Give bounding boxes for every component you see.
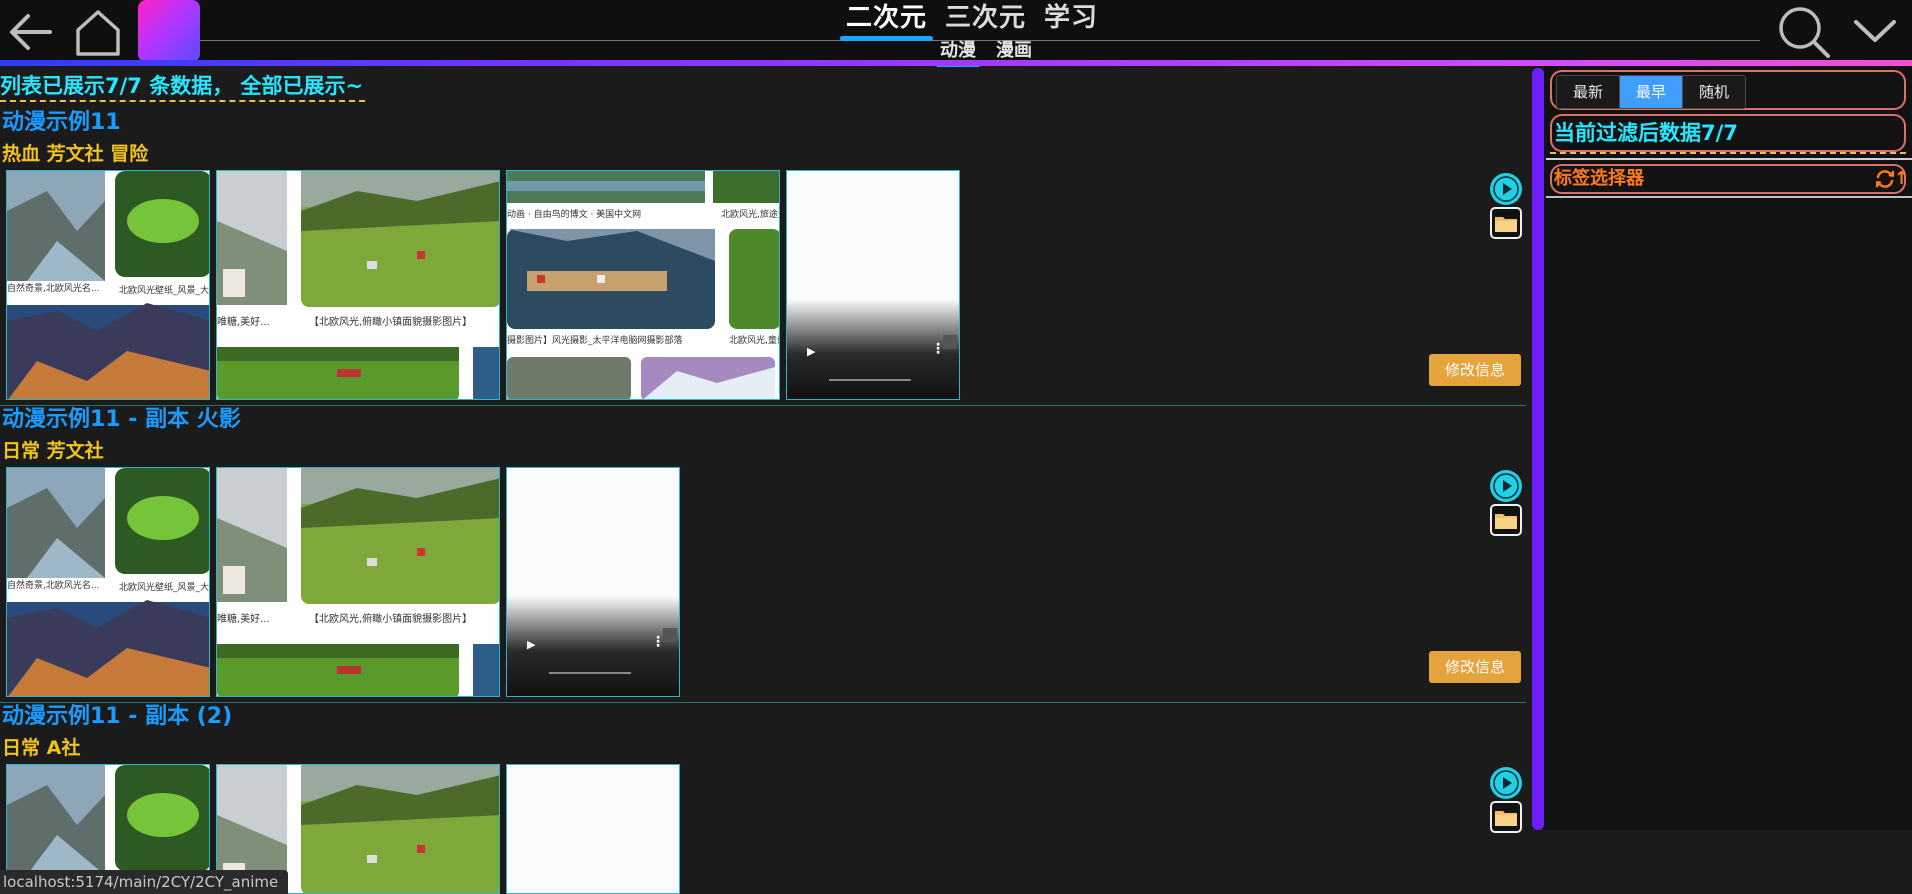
sort-oldest-button[interactable]: 最早 bbox=[1620, 76, 1683, 108]
back-arrow-icon[interactable] bbox=[6, 10, 54, 54]
sort-direction-icon[interactable]: ↑ bbox=[1894, 166, 1909, 192]
list-item: 动漫示例11 热血 芳文社 冒险 自然奇景,北欧风光名... 北欧风光壁纸_风景… bbox=[0, 108, 1526, 406]
thumb-caption: 【北欧风光,俯瞰小镇面貌摄影图片】 bbox=[309, 614, 473, 625]
tag-selector-label: 标签选择器 bbox=[1554, 168, 1644, 189]
edit-info-button[interactable]: 修改信息 bbox=[1429, 354, 1521, 386]
filter-sidebar: 最新 最早 随机 当前过滤后数据7/7 标签选择器 ↑ bbox=[1544, 66, 1912, 830]
sort-options-box: 最新 最早 随机 bbox=[1550, 70, 1906, 110]
list-status-text: 列表已展示7/7 条数据， 全部已展示~ bbox=[0, 72, 366, 102]
thumb-caption: 北欧风光,旅途景 bbox=[721, 210, 779, 220]
thumb-caption: 自然奇景,北欧风光名... bbox=[7, 581, 100, 591]
list-item: 动漫示例11 - 副本 (2) 日常 A社 bbox=[0, 702, 1526, 894]
video-progress-bar[interactable] bbox=[829, 379, 911, 381]
folder-icon[interactable] bbox=[1490, 207, 1522, 239]
video-fullscreen-icon[interactable] bbox=[943, 335, 957, 349]
thumb-caption: 唯糖,美好... bbox=[217, 317, 270, 328]
thumb-caption: 自然奇景,北欧风光名... bbox=[7, 284, 100, 294]
thumb-caption: 北欧风光壁纸_风景_大... bbox=[119, 286, 210, 296]
list-item: 动漫示例11 - 副本 火影 日常 芳文社 自然奇景,北欧风光名... 北欧风光… bbox=[0, 405, 1526, 703]
tab-2d[interactable]: 二次元 bbox=[839, 0, 934, 41]
subtab-anime[interactable]: 动漫 bbox=[936, 40, 980, 67]
browser-status-url: localhost:5174/main/2CY/2CY_anime bbox=[0, 870, 289, 894]
play-icon[interactable] bbox=[1492, 472, 1520, 500]
item-title[interactable]: 动漫示例11 - 副本 火影 bbox=[2, 405, 241, 435]
video-play-icon[interactable]: ▶ bbox=[527, 638, 535, 651]
home-icon[interactable] bbox=[72, 6, 124, 58]
filter-status-box: 当前过滤后数据7/7 bbox=[1550, 114, 1906, 152]
app-logo[interactable] bbox=[138, 0, 200, 62]
video-progress-bar[interactable] bbox=[549, 672, 631, 674]
subtab-manga[interactable]: 漫画 bbox=[996, 40, 1032, 62]
item-tags: 热血 芳文社 冒险 bbox=[2, 143, 149, 165]
thumb-caption: 北欧风光,童话 bbox=[729, 336, 779, 346]
item-title[interactable]: 动漫示例11 - 副本 (2) bbox=[2, 702, 232, 732]
image-thumbnail[interactable]: 动画 · 自由鸟的博文 · 美国中文网 北欧风光,旅途景 摄影图片】风光摄影_太… bbox=[506, 170, 780, 400]
sort-random-button[interactable]: 随机 bbox=[1683, 76, 1745, 108]
video-thumbnail[interactable]: ▶ ⋮ bbox=[506, 467, 680, 697]
item-title[interactable]: 动漫示例11 bbox=[2, 108, 121, 138]
play-icon[interactable] bbox=[1492, 175, 1520, 203]
panel-divider bbox=[1546, 196, 1912, 198]
item-tags: 日常 芳文社 bbox=[2, 440, 104, 462]
main-tabs: 二次元 三次元 学习 bbox=[839, 0, 1098, 41]
image-thumbnail[interactable]: 自然奇景,北欧风光名... 北欧风光壁纸_风景_大... bbox=[6, 170, 210, 400]
thumb-caption: 摄影图片】风光摄影_太平洋电脑网摄影部落 bbox=[507, 336, 683, 346]
panel-divider bbox=[1546, 158, 1912, 160]
video-play-icon[interactable]: ▶ bbox=[807, 345, 815, 358]
thumb-caption: 唯糖,美好... bbox=[217, 614, 270, 625]
chevron-down-icon[interactable] bbox=[1852, 14, 1898, 48]
dashed-underline bbox=[1550, 152, 1906, 154]
video-thumbnail[interactable] bbox=[506, 764, 680, 894]
thumb-caption: 北欧风光壁纸_风景_大... bbox=[119, 583, 210, 593]
refresh-icon[interactable] bbox=[1874, 168, 1896, 190]
image-thumbnail[interactable]: 唯糖,美好... 【北欧风光,俯瞰小镇面貌摄影图片】 bbox=[216, 467, 500, 697]
video-thumbnail[interactable]: ▶ ⋮ bbox=[786, 170, 960, 400]
sort-newest-button[interactable]: 最新 bbox=[1557, 76, 1620, 108]
play-icon[interactable] bbox=[1492, 769, 1520, 797]
thumb-caption: 【北欧风光,俯瞰小镇面貌摄影图片】 bbox=[309, 317, 473, 328]
search-icon[interactable] bbox=[1778, 4, 1832, 58]
item-tags: 日常 A社 bbox=[2, 737, 81, 759]
thumb-caption: 动画 · 自由鸟的博文 · 美国中文网 bbox=[507, 210, 642, 220]
folder-icon[interactable] bbox=[1490, 801, 1522, 833]
tab-study[interactable]: 学习 bbox=[1044, 0, 1098, 36]
thumbnail-strip: 自然奇景,北欧风光名... 北欧风光壁纸_风景_大... 唯糖,美好... 【北… bbox=[6, 467, 680, 697]
image-thumbnail[interactable]: 唯糖,美好... 【北欧风光,俯瞰小镇面貌摄影图片】 bbox=[216, 170, 500, 400]
thumbnail-strip: 自然奇景,北欧风光名... 北欧风光壁纸_风景_大... 唯糖,美好... 【北… bbox=[6, 170, 960, 400]
image-thumbnail[interactable]: 自然奇景,北欧风光名... 北欧风光壁纸_风景_大... bbox=[6, 467, 210, 697]
sort-button-group: 最新 最早 随机 bbox=[1556, 75, 1746, 109]
edit-info-button[interactable]: 修改信息 bbox=[1429, 651, 1521, 683]
list-scrollbar[interactable] bbox=[1532, 68, 1544, 830]
folder-icon[interactable] bbox=[1490, 504, 1522, 536]
video-fullscreen-icon[interactable] bbox=[663, 628, 677, 642]
tag-selector[interactable]: 标签选择器 ↑ bbox=[1550, 164, 1909, 194]
sub-tabs: 动漫 漫画 bbox=[936, 40, 1032, 67]
filter-status-text: 当前过滤后数据7/7 bbox=[1554, 121, 1738, 145]
top-navigation-bar: 二次元 三次元 学习 动漫 漫画 bbox=[0, 0, 1912, 67]
tab-3d[interactable]: 三次元 bbox=[945, 0, 1026, 36]
